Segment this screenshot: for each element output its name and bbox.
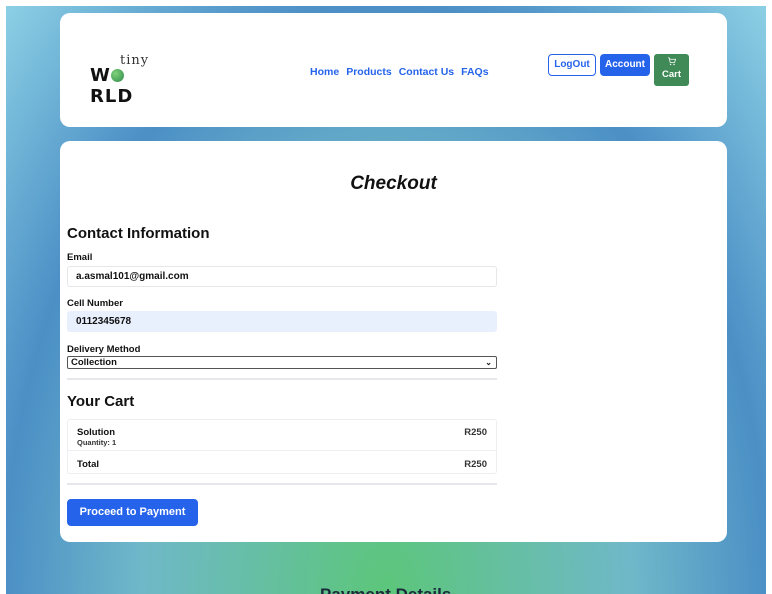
cart-divider	[67, 483, 497, 485]
page-title: Checkout	[350, 173, 437, 194]
total-label: Total	[77, 459, 99, 470]
cart-icon	[667, 57, 677, 66]
page-left-border	[0, 0, 6, 594]
cart-item-name: Solution	[77, 427, 115, 438]
account-button[interactable]: Account	[600, 54, 650, 76]
site-logo[interactable]: tiny WRLD	[90, 53, 160, 107]
cart-button[interactable]: Cart	[654, 54, 689, 86]
nav-contact-us[interactable]: Contact Us	[399, 66, 454, 78]
cart-item-quantity: Quantity: 1	[77, 438, 117, 447]
nav-faqs[interactable]: FAQs	[461, 66, 488, 78]
site-header: tiny WRLD Home Products Contact Us FAQs …	[60, 13, 727, 127]
cart-section-title: Your Cart	[67, 393, 135, 410]
globe-icon	[110, 69, 124, 82]
cart-summary: Solution Quantity: 1 R250 Total R250	[67, 419, 497, 474]
contact-section-title: Contact Information	[67, 225, 210, 242]
logout-button[interactable]: LogOut	[548, 54, 596, 76]
page-right-border	[766, 0, 772, 594]
delivery-method-select[interactable]: Collection ⌄	[67, 356, 497, 369]
page-top-border	[0, 0, 772, 6]
cell-number-label: Cell Number	[67, 298, 123, 309]
email-label: Email	[67, 252, 93, 263]
delivery-method-value: Collection	[71, 357, 117, 368]
email-field[interactable]: a.asmal101@gmail.com	[67, 266, 497, 287]
cart-row-divider	[68, 450, 496, 451]
nav-home[interactable]: Home	[310, 66, 339, 78]
cell-number-field[interactable]: 0112345678	[67, 311, 497, 332]
nav-products[interactable]: Products	[346, 66, 392, 78]
delivery-method-label: Delivery Method	[67, 344, 141, 355]
main-nav: Home Products Contact Us FAQs	[310, 66, 489, 78]
payment-details-title: Payment Details	[320, 585, 451, 594]
chevron-down-icon: ⌄	[485, 358, 492, 367]
cart-button-label: Cart	[661, 69, 681, 80]
section-divider	[67, 378, 497, 380]
logo-world-text: WRLD	[90, 65, 134, 107]
checkout-card: Checkout Contact Information Email a.asm…	[60, 141, 727, 542]
cart-item-price: R250	[464, 427, 487, 438]
proceed-to-payment-button[interactable]: Proceed to Payment	[67, 499, 198, 526]
total-value: R250	[464, 459, 487, 470]
